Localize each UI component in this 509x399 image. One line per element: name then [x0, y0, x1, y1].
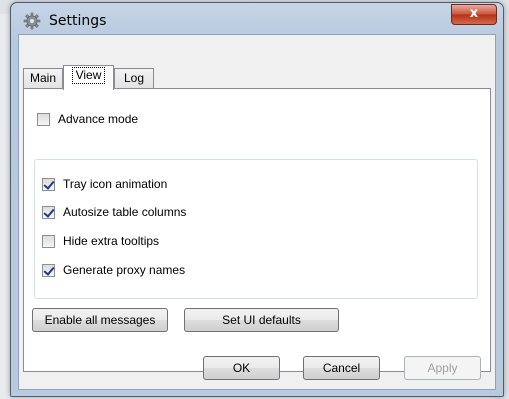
view-tab-panel: Advance mode Tray icon animation Autosiz… [23, 88, 491, 372]
cancel-button[interactable]: Cancel [303, 356, 380, 380]
view-options-group: Tray icon animation Autosize table colum… [34, 159, 478, 299]
checkbox-box[interactable] [37, 112, 50, 126]
checkbox-box[interactable] [42, 205, 55, 219]
tab-log[interactable]: Log [114, 68, 154, 88]
hide-extra-tooltips-checkbox[interactable]: Hide extra tooltips [42, 234, 159, 248]
checkbox-box[interactable] [42, 177, 55, 191]
checkbox-label: Generate proxy names [63, 263, 186, 277]
checkbox-label: Autosize table columns [63, 205, 187, 219]
advance-mode-checkbox[interactable]: Advance mode [37, 112, 138, 126]
tab-view[interactable]: View [63, 65, 114, 90]
checkbox-label: Tray icon animation [63, 177, 168, 191]
generate-proxy-names-checkbox[interactable]: Generate proxy names [42, 263, 185, 277]
tab-label: View [71, 67, 106, 84]
tab-label: Log [123, 71, 145, 85]
set-ui-defaults-button[interactable]: Set UI defaults [184, 308, 339, 332]
tab-main[interactable]: Main [23, 68, 63, 88]
checkbox-label: Hide extra tooltips [63, 234, 160, 248]
settings-dialog: Settings x Main View Log Advance mode Tr… [10, 2, 504, 397]
window-title: Settings [49, 13, 107, 29]
close-icon: x [469, 6, 479, 21]
enable-all-messages-button[interactable]: Enable all messages [32, 308, 168, 332]
checkbox-label: Advance mode [58, 112, 139, 126]
apply-button[interactable]: Apply [404, 356, 481, 380]
tab-label: Main [29, 71, 56, 85]
gear-icon [23, 12, 41, 30]
dialog-client-area: Main View Log Advance mode Tray icon ani… [18, 34, 496, 390]
checkbox-box[interactable] [42, 234, 55, 248]
close-button[interactable]: x [451, 4, 497, 25]
autosize-table-columns-checkbox[interactable]: Autosize table columns [42, 205, 186, 219]
checkbox-box[interactable] [42, 263, 55, 277]
ok-button[interactable]: OK [203, 356, 280, 380]
title-bar[interactable]: Settings x [11, 3, 503, 33]
tray-icon-animation-checkbox[interactable]: Tray icon animation [42, 177, 167, 191]
